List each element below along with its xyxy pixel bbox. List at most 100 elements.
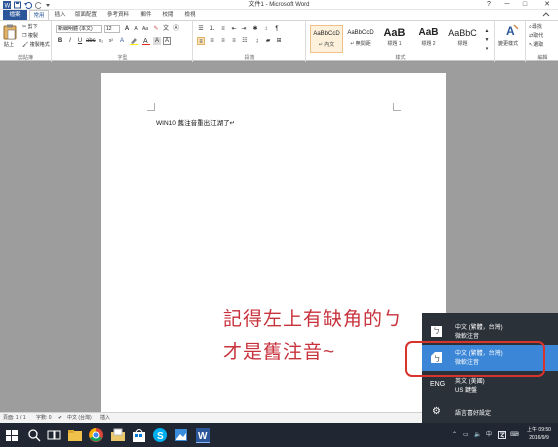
language-status[interactable]: 中文 (台灣) — [67, 415, 92, 421]
sort-icon[interactable]: ↕ — [262, 25, 270, 33]
shading-icon[interactable]: ▰ — [264, 37, 272, 45]
style-no-spacing-sample: AaBbCcD — [347, 30, 374, 36]
style-heading-1-name: 標題 1 — [387, 41, 402, 47]
paragraph-group: ☰ ⒈ ≡ ⇤ ⇥ ✱ ↕ ¶ ≡ ≡ ≡ ≡ ☷ ↨ ▰ ⊞ 段落 — [194, 21, 306, 62]
change-styles-button[interactable]: 變更樣式 — [498, 41, 518, 47]
change-case-icon[interactable]: Aa — [141, 25, 149, 33]
char-shading-icon[interactable]: A — [153, 37, 161, 45]
align-right-icon[interactable]: ≡ — [219, 37, 227, 45]
ribbon-collapse-icon[interactable] — [540, 10, 552, 20]
font-color-icon[interactable]: A — [142, 37, 150, 45]
text-effects-icon[interactable]: A — [118, 37, 126, 45]
underline-icon[interactable]: U — [76, 37, 84, 45]
start-button[interactable] — [4, 427, 20, 443]
increase-indent-icon[interactable]: ⇥ — [240, 25, 248, 33]
copy-icon: ❐ — [22, 33, 27, 39]
volume-icon[interactable]: 🔈 — [474, 431, 481, 439]
file-explorer-icon[interactable] — [67, 427, 83, 443]
strikethrough-icon[interactable]: abc — [86, 37, 96, 45]
tray-chevron-icon[interactable]: ⌃ — [452, 431, 457, 439]
styles-scroll-up-icon[interactable]: ▲ — [483, 27, 491, 35]
distribute-icon[interactable]: ☷ — [241, 37, 249, 45]
align-left-icon[interactable]: ≡ — [197, 37, 205, 45]
tab-file[interactable]: 檔案 — [3, 10, 27, 20]
char-border-icon[interactable]: A — [163, 37, 171, 45]
language-preferences-link[interactable]: ⚙ 語言喜好設定 — [422, 402, 558, 422]
phonetic-guide-icon[interactable]: 文 — [162, 25, 170, 33]
style-title[interactable]: AaBbC 標題 — [446, 25, 479, 53]
tab-layout[interactable]: 版面配置 — [72, 10, 100, 20]
select-button[interactable]: ↖選取 — [529, 42, 543, 48]
tab-view[interactable]: 檢視 — [181, 10, 199, 20]
numbering-icon[interactable]: ⒈ — [208, 25, 216, 33]
insert-mode[interactable]: 插入 — [100, 415, 110, 421]
proofing-icon[interactable]: ✔ — [58, 415, 62, 421]
format-painter-button[interactable]: 🖌 複製格式 — [22, 42, 50, 48]
justify-icon[interactable]: ≡ — [230, 37, 238, 45]
line-spacing-icon[interactable]: ↨ — [253, 37, 261, 45]
format-painter-label: 複製格式 — [29, 42, 50, 48]
folder-icon[interactable] — [110, 427, 126, 443]
word-taskbar-icon[interactable]: W — [195, 427, 211, 443]
font-name-combo[interactable]: 新細明體 (本文) — [56, 25, 102, 33]
page-count[interactable]: 頁面: 1 / 1 — [3, 415, 26, 421]
clock[interactable]: 上午 09:50 2016/9/9 — [522, 426, 556, 442]
enclose-char-icon[interactable]: Ⓐ — [172, 25, 180, 33]
clear-format-icon[interactable]: ✎ — [152, 25, 160, 33]
help-icon[interactable]: ? — [480, 0, 498, 10]
chinese-layout-icon[interactable]: ✱ — [251, 25, 259, 33]
store-icon[interactable] — [131, 427, 147, 443]
style-heading-2[interactable]: AaB 標題 2 — [412, 25, 445, 53]
search-icon[interactable] — [26, 427, 42, 443]
shrink-font-icon[interactable]: A — [132, 25, 140, 33]
replace-button[interactable]: ⇄取代 — [529, 33, 543, 39]
style-normal[interactable]: AaBbCcD ↵ 內文 — [310, 25, 343, 53]
tab-review[interactable]: 校閱 — [159, 10, 177, 20]
show-marks-icon[interactable]: ¶ — [273, 25, 281, 33]
multilevel-list-icon[interactable]: ≡ — [219, 25, 227, 33]
styles-label: 樣式 — [395, 55, 406, 61]
style-no-spacing[interactable]: AaBbCcD ↵ 無間距 — [344, 25, 377, 53]
tab-home[interactable]: 常用 — [29, 10, 49, 20]
document-text[interactable]: WIN10 舊注音重出江湖了↵ — [156, 117, 235, 127]
input-indicator[interactable]: 中 — [486, 431, 492, 439]
keyboard-icon[interactable]: ⌨ — [510, 431, 519, 439]
superscript-icon[interactable]: x² — [107, 37, 115, 45]
borders-icon[interactable]: ⊞ — [275, 37, 283, 45]
paste-button[interactable]: 貼上 — [4, 42, 14, 48]
style-heading-1[interactable]: AaB 標題 1 — [378, 25, 411, 53]
tab-mailings[interactable]: 郵件 — [137, 10, 155, 20]
language-name: 英文 (美國) — [455, 379, 485, 385]
cut-button[interactable]: ✂ 剪下 — [22, 24, 38, 30]
align-center-icon[interactable]: ≡ — [208, 37, 216, 45]
bullets-icon[interactable]: ☰ — [197, 25, 205, 33]
styles-more-icon[interactable]: ▾ — [483, 45, 491, 53]
copy-button[interactable]: ❐ 複製 — [22, 33, 38, 39]
styles-scroll-down-icon[interactable]: ▼ — [483, 36, 491, 44]
maximize-button[interactable]: □ — [516, 0, 534, 10]
italic-icon[interactable]: I — [66, 37, 74, 45]
photos-icon[interactable] — [173, 427, 189, 443]
ime-mode-icon[interactable] — [498, 431, 506, 442]
decrease-indent-icon[interactable]: ⇤ — [230, 25, 238, 33]
font-size-combo[interactable]: 12 — [104, 25, 120, 33]
subscript-icon[interactable]: x₂ — [97, 37, 105, 45]
chrome-icon[interactable] — [88, 427, 104, 443]
grow-font-icon[interactable]: A — [123, 25, 131, 33]
highlight-icon[interactable] — [130, 37, 138, 45]
close-button[interactable]: ✕ — [536, 0, 558, 10]
bold-icon[interactable]: B — [56, 37, 64, 45]
title-bar: W 文件1 - Microsoft Word ? ─ □ ✕ — [0, 0, 558, 10]
task-view-icon[interactable] — [46, 427, 62, 443]
skype-icon[interactable]: S — [152, 427, 168, 443]
minimize-button[interactable]: ─ — [498, 0, 516, 10]
find-button[interactable]: ⌕尋找 — [529, 24, 542, 30]
network-icon[interactable]: ▭ — [463, 431, 469, 439]
replace-label: 取代 — [533, 33, 544, 39]
tab-references[interactable]: 參考資料 — [104, 10, 132, 20]
ribbon-tabs: 檔案 常用 插入 版面配置 參考資料 郵件 校閱 檢視 — [0, 10, 558, 20]
tab-insert[interactable]: 插入 — [51, 10, 69, 20]
document-page[interactable]: WIN10 舊注音重出江湖了↵ 記得左上有缺角的ㄅ 才是舊注音~ — [101, 73, 446, 418]
style-title-name: 標題 — [457, 41, 468, 47]
word-count[interactable]: 字數: 0 — [36, 415, 52, 421]
